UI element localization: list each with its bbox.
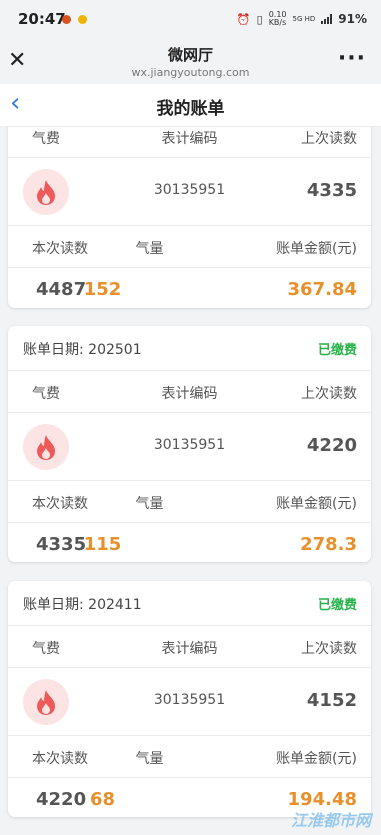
net-type: 5G HD	[292, 15, 316, 23]
bill-value-row: 4335 115 278.3	[8, 523, 371, 562]
bill-amount-value: 278.3	[300, 534, 357, 555]
bill-list[interactable]: 气费 表计编码 上次读数 30135951 4335 本次读数 气量 账单金额(…	[0, 127, 381, 835]
bill-card-header: 账单日期: 202501 已缴费	[8, 326, 371, 371]
notification-icon	[62, 15, 71, 24]
bill-date: 账单日期: 202411	[23, 594, 142, 614]
gas-volume-value: 68	[89, 789, 116, 810]
status-indicators: ⏰ ▯ 0.10 KB/s 5G HD 91%	[237, 11, 367, 27]
bill-date: 账单日期: 202501	[23, 339, 142, 359]
bill-meter-row: 30135951 4220	[8, 413, 371, 481]
bill-value-header-row: 本次读数 气量 账单金额(元)	[8, 226, 371, 268]
prev-reading-value: 4152	[306, 690, 357, 711]
prev-reading-value: 4220	[306, 435, 357, 456]
bill-meter-row: 30135951 4335	[8, 158, 371, 226]
bill-header-row: 气费 表计编码 上次读数	[8, 371, 371, 413]
bill-card[interactable]: 账单日期: 202501 已缴费 气费 表计编码 上次读数 30135951 4…	[8, 326, 371, 562]
page-title: 我的账单	[156, 99, 225, 119]
more-menu-icon[interactable]: ···	[338, 46, 366, 71]
status-time: 20:47	[18, 10, 66, 28]
vibrate-icon: ▯	[256, 12, 263, 26]
bill-amount-value: 367.84	[287, 279, 357, 300]
bill-amount-label: 账单金额(元)	[276, 751, 357, 767]
bill-card-header: 账单日期: 202411 已缴费	[8, 581, 371, 626]
watermark-logo: 江淮都市网	[290, 811, 371, 830]
prev-reading-label: 上次读数	[301, 131, 357, 147]
bill-date-value: 202411	[88, 597, 142, 613]
bill-value-header-row: 本次读数 气量 账单金额(元)	[8, 481, 371, 523]
bill-card: 气费 表计编码 上次读数 30135951 4335 本次读数 气量 账单金额(…	[8, 127, 371, 308]
browser-title: 微网厅	[167, 46, 213, 64]
status-badge: 已缴费	[317, 343, 357, 358]
signal-icon	[321, 14, 333, 24]
bill-value-header-row: 本次读数 气量 账单金额(元)	[8, 736, 371, 778]
net-speed: 0.10 KB/s	[268, 10, 287, 27]
bill-amount-label: 账单金额(元)	[276, 496, 357, 512]
bill-meter-row: 30135951 4152	[8, 668, 371, 736]
bill-date-value: 202501	[88, 342, 142, 358]
gas-volume-value: 152	[83, 279, 122, 300]
alarm-icon: ⏰	[236, 12, 251, 26]
bill-amount-label: 账单金额(元)	[276, 241, 357, 257]
app-notification-icon	[78, 15, 87, 24]
prev-reading-label: 上次读数	[301, 641, 357, 657]
status-bar: 20:47 ⏰ ▯ 0.10 KB/s 5G HD 91%	[0, 0, 381, 36]
bill-header-row: 气费 表计编码 上次读数	[8, 127, 371, 158]
browser-url: wx.jiangyoutong.com	[131, 66, 250, 79]
bill-date-label: 账单日期:	[23, 342, 84, 358]
status-badge: 已缴费	[317, 598, 357, 613]
bill-header-row: 气费 表计编码 上次读数	[8, 626, 371, 668]
nav-bar: ‹ 我的账单	[0, 84, 381, 127]
bill-card[interactable]: 账单日期: 202411 已缴费 气费 表计编码 上次读数 30135951 4…	[8, 581, 371, 817]
battery-level: 91%	[338, 12, 367, 26]
bill-date-label: 账单日期:	[23, 597, 84, 613]
prev-reading-value: 4335	[306, 180, 357, 201]
bill-value-row: 4487 152 367.84	[8, 268, 371, 308]
prev-reading-label: 上次读数	[301, 386, 357, 402]
gas-volume-value: 115	[83, 534, 122, 555]
